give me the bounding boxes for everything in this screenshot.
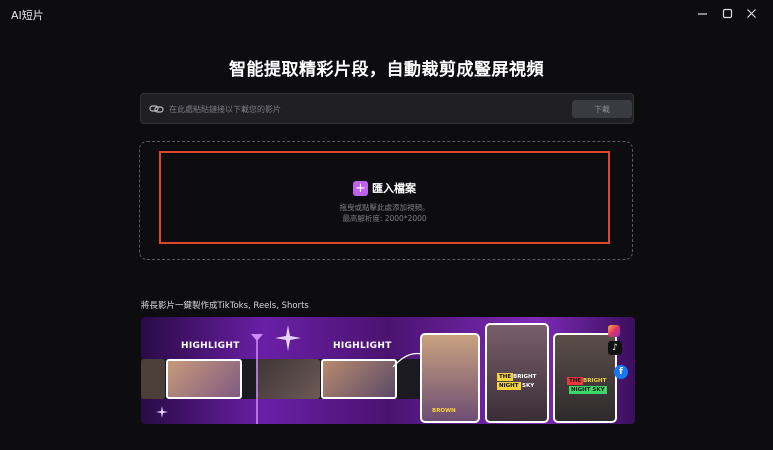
close-icon	[746, 8, 756, 18]
card-tag-night-sky: NIGHT SKY	[569, 386, 607, 394]
import-file-area[interactable]: + 匯入檔案 拖曳或點擊此處添加視頻。 最高解析度: 2000*2000	[159, 151, 610, 244]
promo-caption: 將長影片一鍵製作成TikToks, Reels, Shorts	[141, 301, 309, 311]
video-thumbnail-highlight	[321, 359, 397, 399]
plus-icon: +	[353, 180, 368, 196]
minimize-icon	[697, 12, 707, 15]
card-tag-sky: SKY	[522, 383, 535, 389]
highlight-label-1: HIGHLIGHT	[181, 341, 240, 351]
app-title: AI短片	[11, 9, 44, 22]
video-thumbnail	[256, 359, 320, 399]
download-button[interactable]: 下載	[572, 100, 632, 118]
url-bar: 下載	[140, 93, 634, 124]
title-bar: AI短片	[0, 0, 773, 28]
sparkle-small-icon	[156, 406, 168, 418]
sparkle-icon	[275, 325, 301, 351]
short-video-card-2: THE BRIGHT NIGHT SKY	[485, 323, 549, 423]
promo-banner: HIGHLIGHT HIGHLIGHT BROWN THE BRIGHT NIG…	[141, 317, 635, 424]
card-tag-bright: BRIGHT	[513, 374, 537, 380]
import-file-label: 匯入檔案	[372, 182, 416, 195]
timeline-marker	[251, 334, 263, 424]
instagram-icon	[608, 325, 620, 337]
url-input[interactable]	[169, 99, 549, 119]
highlight-label-2: HIGHLIGHT	[333, 341, 392, 351]
maximize-icon	[722, 8, 732, 18]
facebook-icon: f	[614, 365, 628, 379]
import-hint-resolution: 最高解析度: 2000*2000	[342, 214, 427, 223]
close-button[interactable]	[741, 4, 761, 22]
video-thumbnail	[141, 359, 165, 399]
video-thumbnail-highlight	[166, 359, 242, 399]
tiktok-icon: ♪	[608, 341, 622, 355]
minimize-button[interactable]	[692, 4, 712, 22]
maximize-button[interactable]	[717, 4, 737, 22]
card-tag-brown: BROWN	[432, 408, 456, 414]
import-hint-formats: 拖曳或點擊此處添加視頻。	[339, 203, 430, 212]
page-headline: 智能提取精彩片段，自動裁剪成豎屏視頻	[229, 60, 544, 80]
card-tag-bright-2: BRIGHT	[583, 378, 607, 384]
short-video-card-1: BROWN	[420, 333, 480, 423]
link-icon	[149, 105, 164, 113]
card-tag-night: NIGHT	[497, 382, 521, 390]
